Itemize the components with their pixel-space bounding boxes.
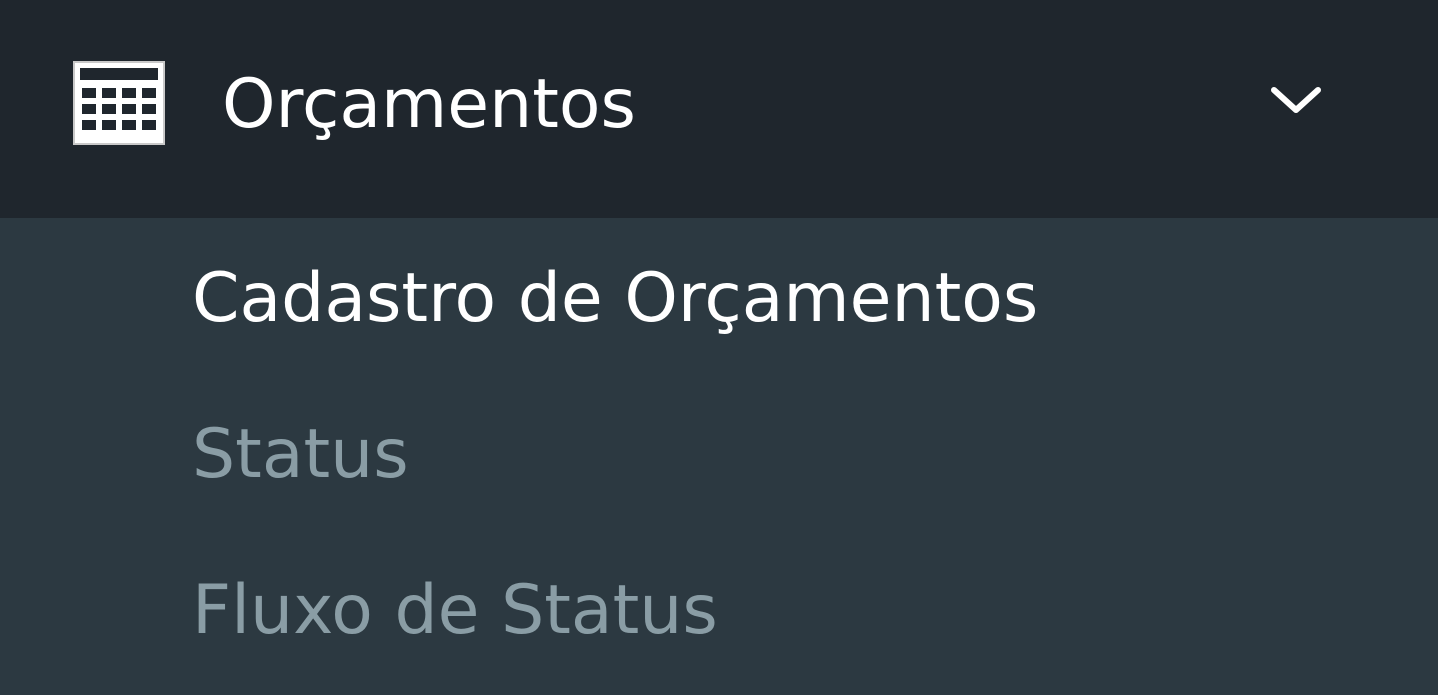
menu-header-orcamentos[interactable]: Orçamentos [0, 0, 1438, 218]
submenu-item-cadastro-de-orcamentos[interactable]: Cadastro de Orçamentos [192, 254, 1038, 344]
submenu-item-status[interactable]: Status [192, 410, 409, 500]
menu-header-label: Orçamentos [222, 65, 636, 144]
chevron-down-icon[interactable] [1266, 80, 1326, 120]
calculator-icon [72, 60, 166, 146]
submenu-item-fluxo-de-status[interactable]: Fluxo de Status [192, 566, 718, 656]
submenu-orcamentos: Cadastro de Orçamentos Status Fluxo de S… [0, 218, 1438, 695]
sidebar-menu-orcamentos: Orçamentos Cadastro de Orçamentos Status… [0, 0, 1438, 695]
